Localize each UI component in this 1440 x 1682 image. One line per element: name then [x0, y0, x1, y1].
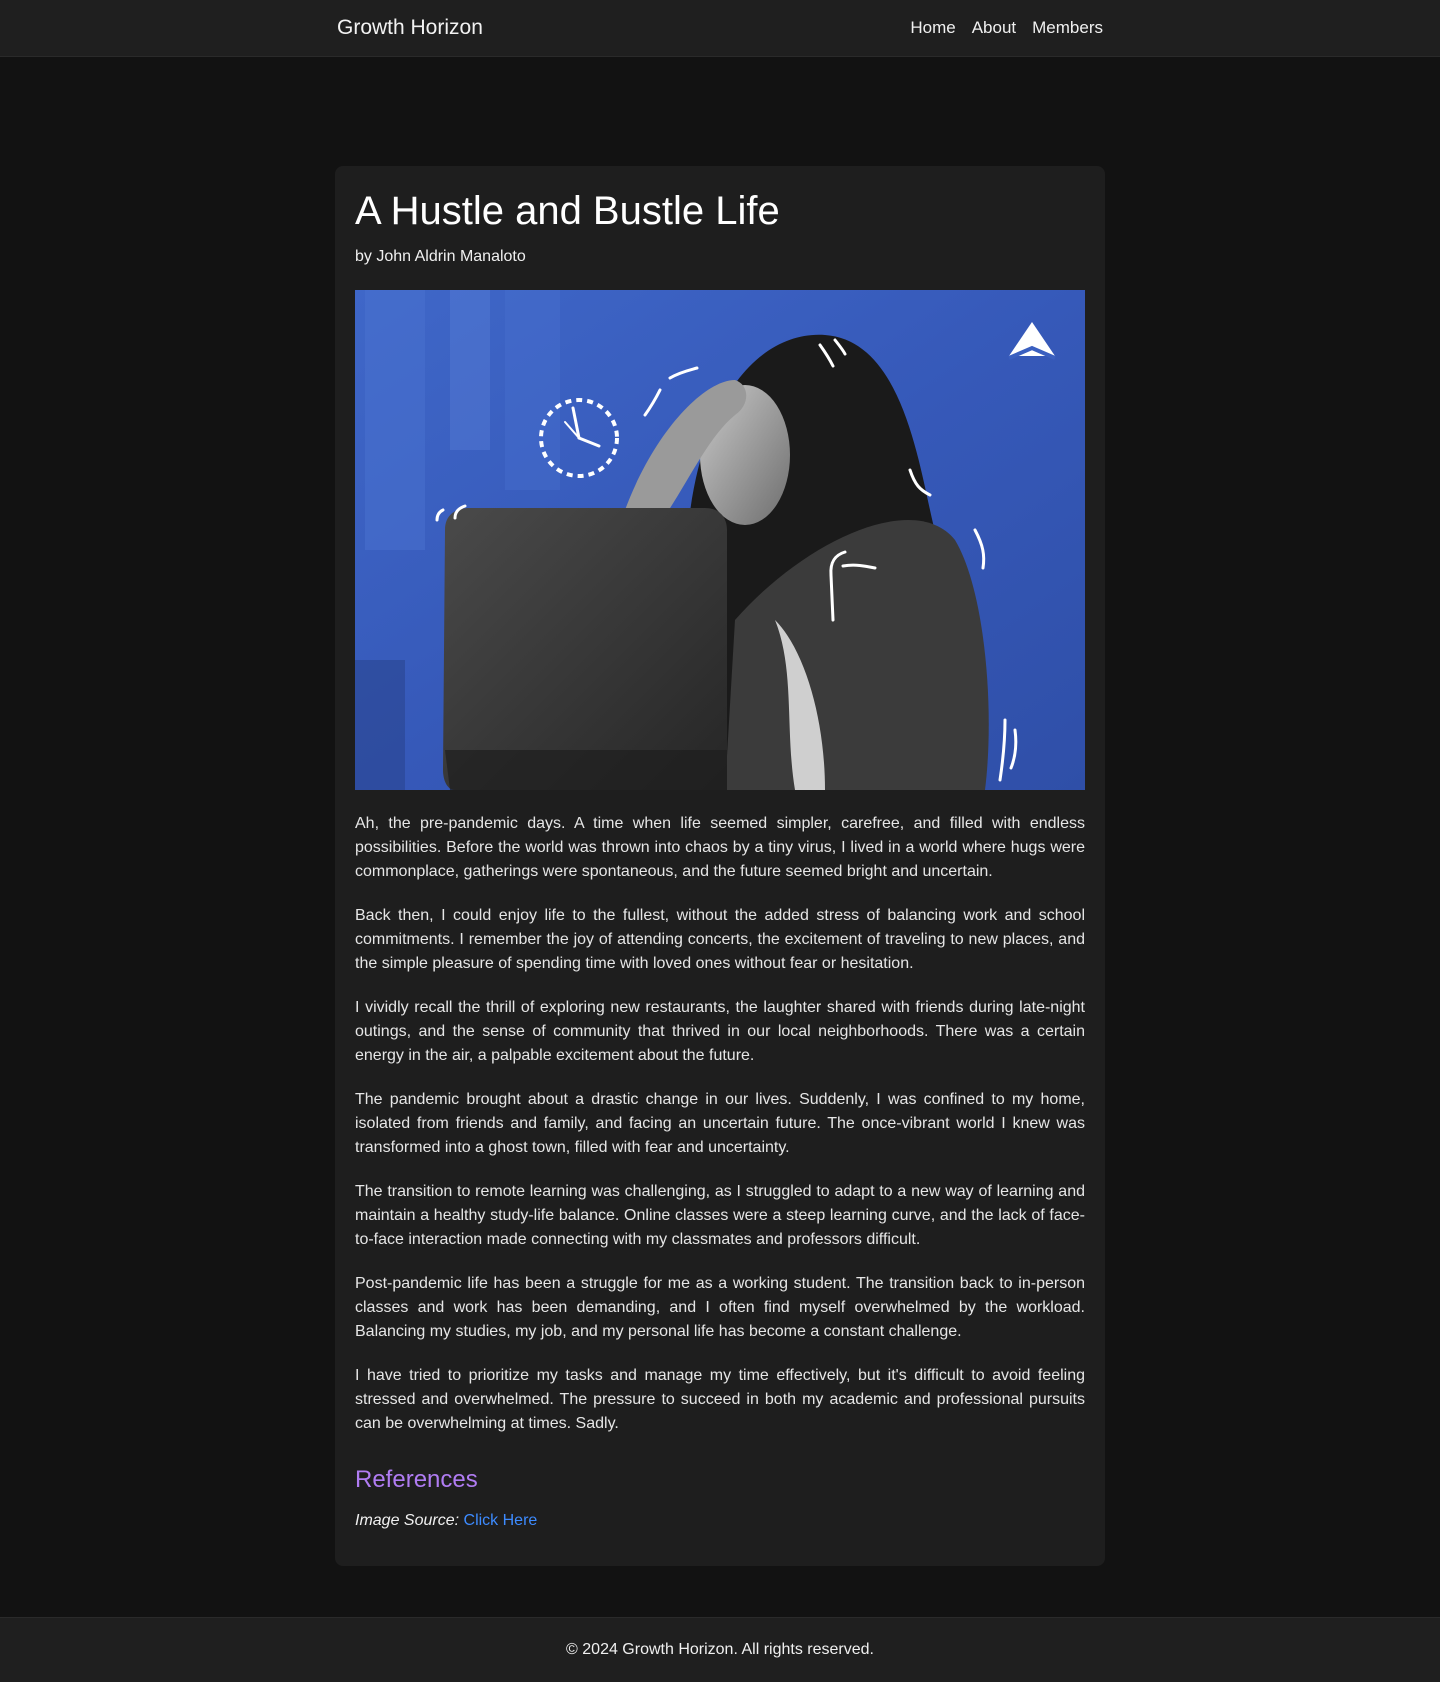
header-inner: Growth Horizon Home About Members	[337, 0, 1103, 56]
footer-copyright: © 2024 Growth Horizon. All rights reserv…	[566, 1641, 874, 1658]
article-paragraph: Post-pandemic life has been a struggle f…	[355, 1275, 1085, 1340]
main-content: A Hustle and Bustle Life by John Aldrin …	[0, 57, 1440, 1617]
article-title: A Hustle and Bustle Life	[355, 189, 780, 233]
image-source-label: Image Source:	[355, 1512, 460, 1529]
site-footer: © 2024 Growth Horizon. All rights reserv…	[0, 1617, 1440, 1682]
article-card: A Hustle and Bustle Life by John Aldrin …	[335, 166, 1105, 1566]
nav-about-link[interactable]: About	[972, 18, 1016, 38]
article-paragraph: I vividly recall the thrill of exploring…	[355, 999, 1085, 1064]
brand-logo-link[interactable]: Growth Horizon	[337, 16, 483, 40]
article-paragraph: Back then, I could enjoy life to the ful…	[355, 907, 1085, 972]
nav-members-link[interactable]: Members	[1032, 18, 1103, 38]
hero-image	[355, 290, 1085, 790]
article-paragraph: The pandemic brought about a drastic cha…	[355, 1091, 1085, 1156]
article-byline: by John Aldrin Manaloto	[355, 248, 526, 265]
site-header: Growth Horizon Home About Members	[0, 0, 1440, 57]
references-heading: References	[355, 1466, 478, 1493]
article-paragraph: I have tried to prioritize my tasks and …	[355, 1367, 1085, 1432]
image-source-line: Image Source: Click Here	[355, 1512, 1085, 1530]
article-paragraph: The transition to remote learning was ch…	[355, 1183, 1085, 1248]
nav-home-link[interactable]: Home	[910, 18, 955, 38]
article-paragraph: Ah, the pre-pandemic days. A time when l…	[355, 815, 1085, 880]
main-nav: Home About Members	[910, 18, 1103, 38]
article-body: Ah, the pre-pandemic days. A time when l…	[355, 812, 1085, 1436]
image-source-link[interactable]: Click Here	[464, 1512, 538, 1529]
